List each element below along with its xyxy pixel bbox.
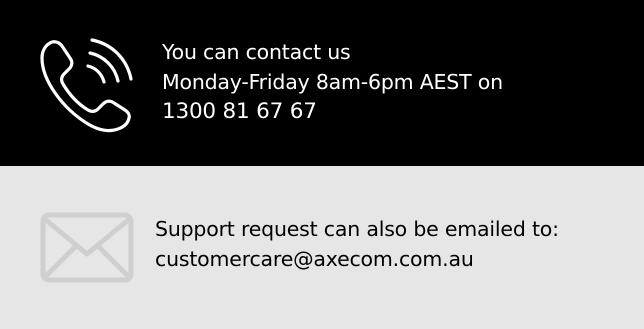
phone-call-icon <box>38 36 134 134</box>
contact-intro-text: You can contact us <box>162 40 351 64</box>
phone-number-link[interactable]: 1300 81 67 67 <box>162 97 503 127</box>
contact-info-card: You can contact us Monday-Friday 8am-6pm… <box>0 0 644 329</box>
email-address-link[interactable]: customercare@axecom.com.au <box>155 244 559 274</box>
contact-hours-text: Monday-Friday 8am-6pm AEST on <box>162 70 503 94</box>
email-contact-text: Support request can also be emailed to: … <box>155 214 559 274</box>
email-intro-text: Support request can also be emailed to: <box>155 217 559 241</box>
envelope-icon <box>40 212 134 283</box>
phone-contact-text: You can contact us Monday-Friday 8am-6pm… <box>162 37 503 127</box>
